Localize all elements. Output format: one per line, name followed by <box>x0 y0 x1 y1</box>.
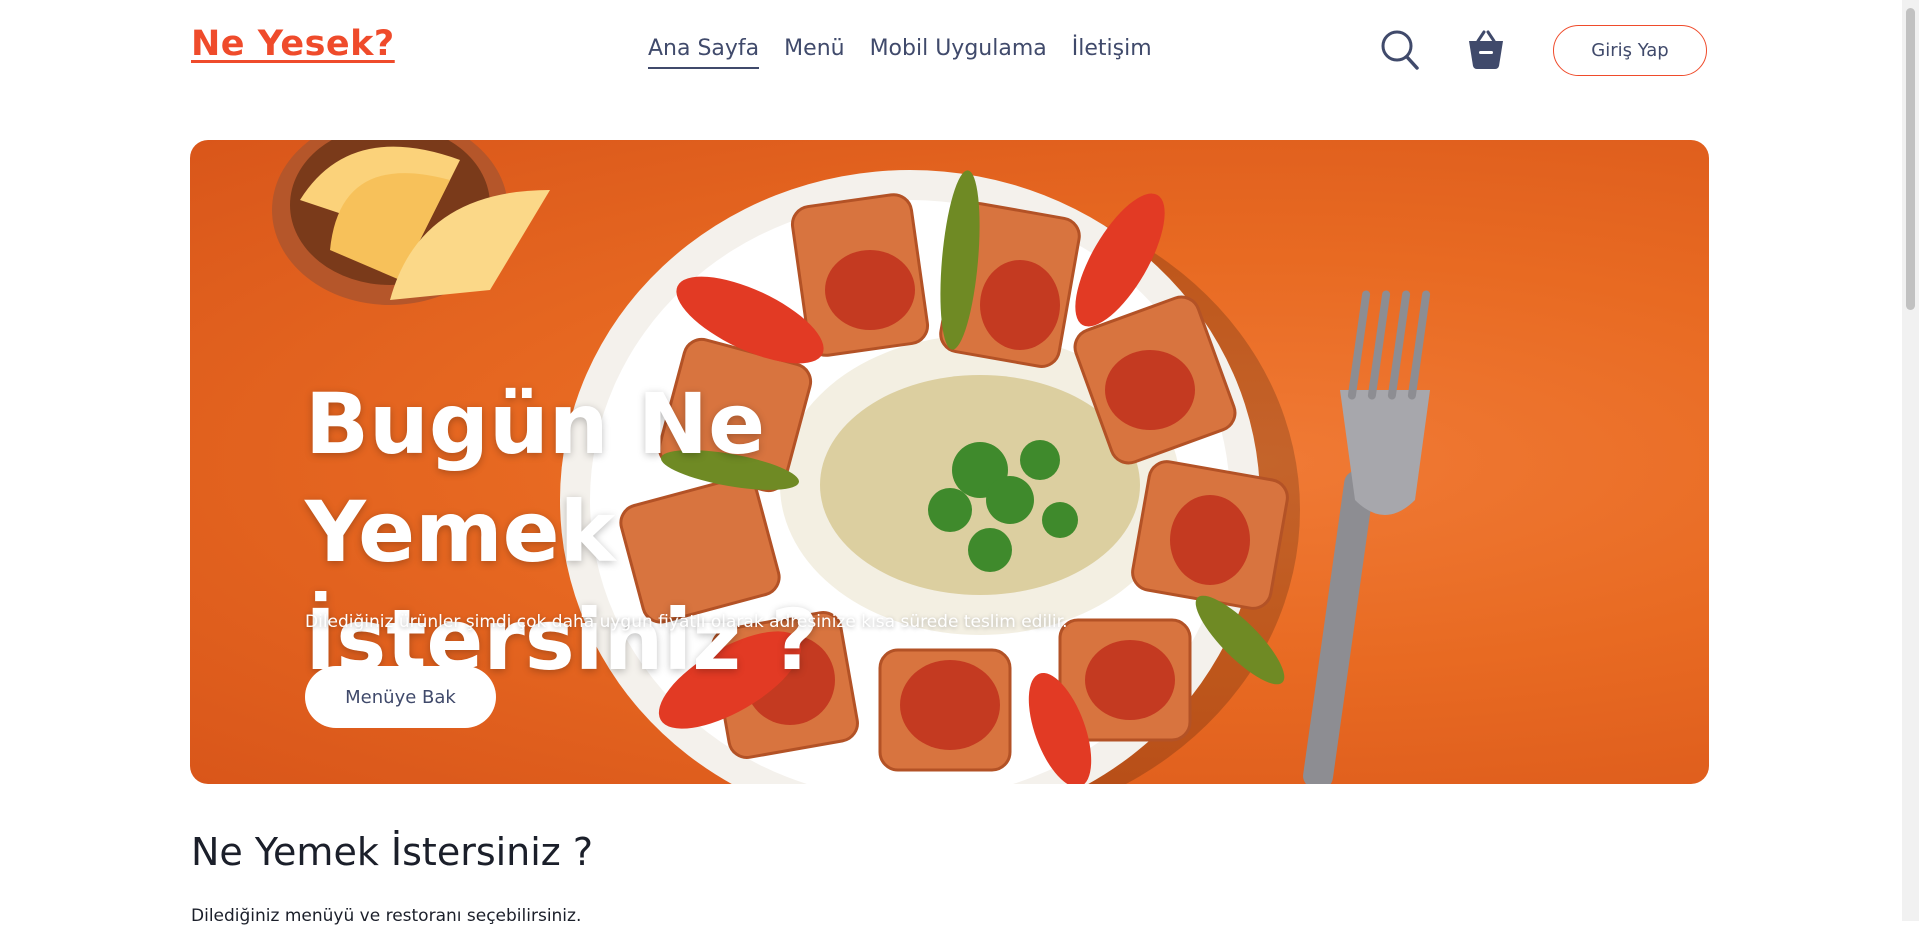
view-menu-button[interactable]: Menüye Bak <box>305 666 496 728</box>
nav-home[interactable]: Ana Sayfa <box>648 36 760 69</box>
site-logo[interactable]: Ne Yesek? <box>191 24 395 64</box>
nav-menu[interactable]: Menü <box>784 36 844 69</box>
main-nav: Ana Sayfa Menü Mobil Uygulama İletişim <box>648 36 1152 69</box>
scrollbar-thumb[interactable] <box>1906 8 1915 310</box>
login-button[interactable]: Giriş Yap <box>1553 25 1707 76</box>
basket-icon[interactable] <box>1466 29 1506 71</box>
section-subtitle: Dilediğiniz menüyü ve restoranı seçebili… <box>191 906 582 926</box>
nav-mobile-app[interactable]: Mobil Uygulama <box>870 36 1047 69</box>
hero-title-line1: Bugün Ne Yemek <box>305 375 766 581</box>
section-title: Ne Yemek İstersiniz ? <box>191 830 594 874</box>
vertical-scrollbar[interactable] <box>1902 0 1919 921</box>
hero-subtitle: Dilediğiniz ürünler şimdi çok daha uygun… <box>305 612 1068 632</box>
hero-title: Bugün Ne Yemek İstersiniz ? <box>305 370 1065 694</box>
search-icon[interactable] <box>1380 29 1420 71</box>
nav-contact[interactable]: İletişim <box>1072 36 1152 69</box>
hero-banner: Bugün Ne Yemek İstersiniz ? Dilediğiniz … <box>190 140 1709 784</box>
